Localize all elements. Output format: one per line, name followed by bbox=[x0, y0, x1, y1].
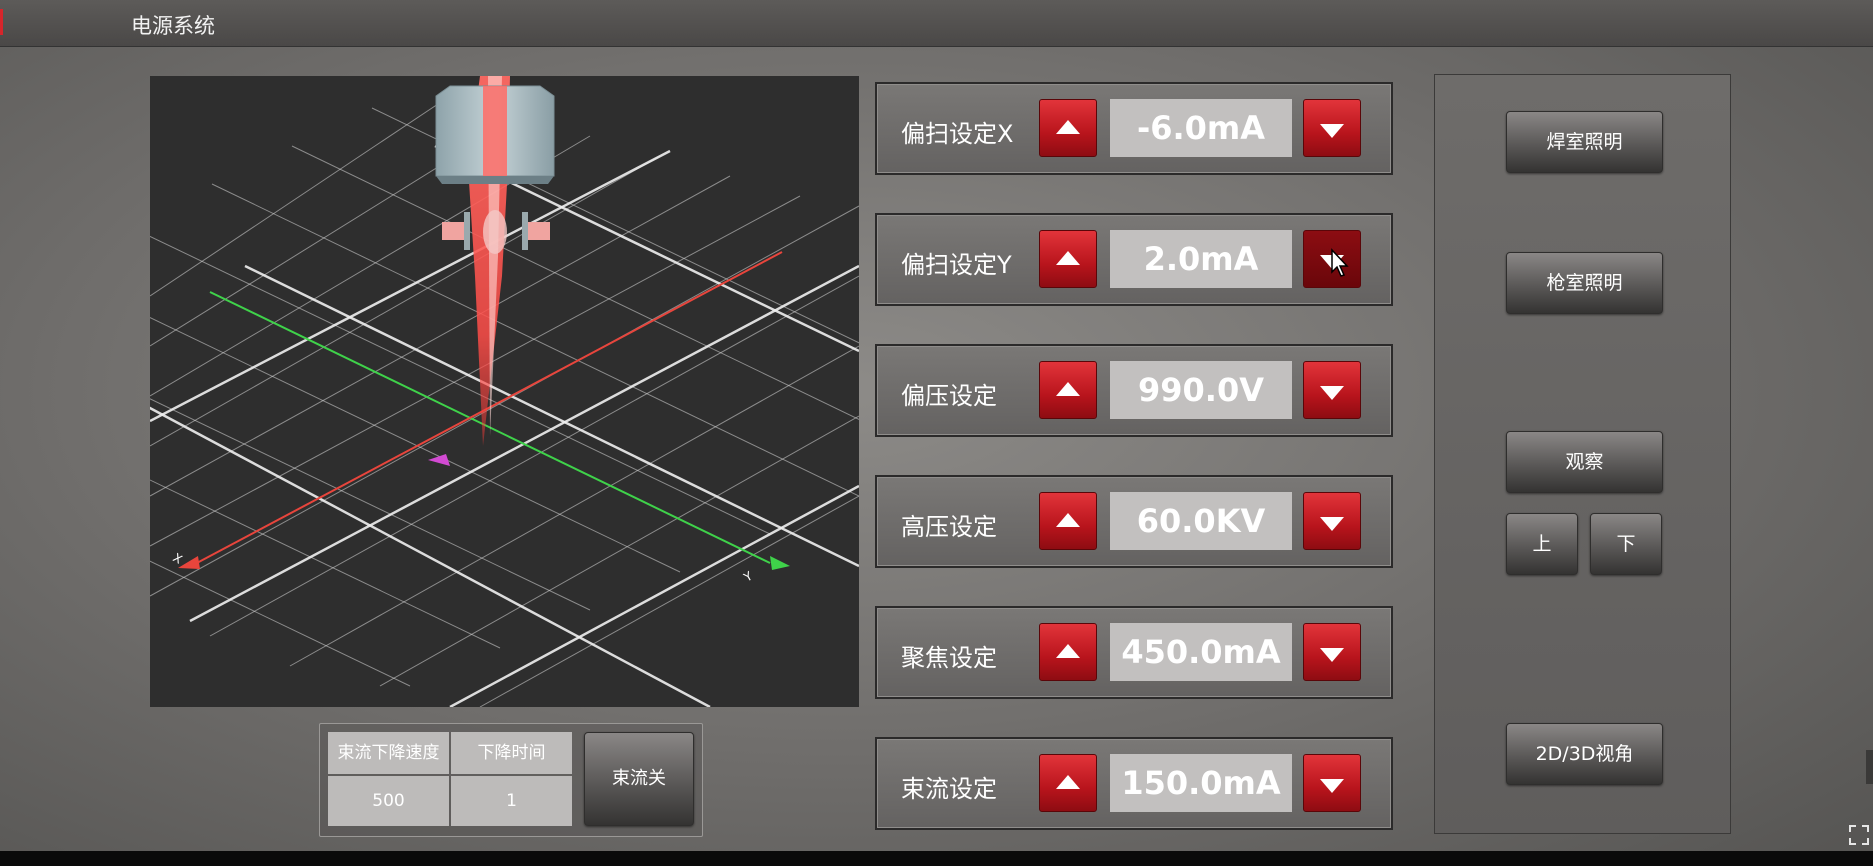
beam-off-button[interactable]: 束流关 bbox=[584, 732, 694, 826]
setting-value[interactable]: 990.0V bbox=[1110, 361, 1292, 419]
increase-button[interactable] bbox=[1039, 754, 1097, 812]
increase-button[interactable] bbox=[1039, 361, 1097, 419]
setting-label: 聚焦设定 bbox=[901, 644, 997, 672]
decrease-button[interactable] bbox=[1303, 623, 1361, 681]
up-button[interactable]: 上 bbox=[1506, 513, 1578, 575]
setting-value[interactable]: 60.0KV bbox=[1110, 492, 1292, 550]
decrease-button[interactable] bbox=[1303, 754, 1361, 812]
scrollbar-edge[interactable] bbox=[1866, 750, 1873, 784]
window-title: 电源系统 bbox=[131, 14, 215, 38]
setting-row-beam-current: 束流设定 150.0mA bbox=[875, 737, 1393, 830]
beam-3d-scene: X Y bbox=[150, 76, 859, 707]
electron-gun bbox=[435, 85, 555, 184]
beam-drop-panel: 束流下降速度 下降时间 500 1 束流关 bbox=[319, 723, 703, 837]
decrease-button[interactable] bbox=[1303, 99, 1361, 157]
decrease-button[interactable] bbox=[1303, 492, 1361, 550]
triangle-up-icon bbox=[1056, 775, 1080, 789]
svg-text:Y: Y bbox=[741, 568, 756, 585]
triangle-down-icon bbox=[1320, 124, 1344, 138]
setting-row-scan-x: 偏扫设定X -6.0mA bbox=[875, 82, 1393, 175]
triangle-up-icon bbox=[1056, 382, 1080, 396]
triangle-down-icon bbox=[1320, 779, 1344, 793]
speed-label: 束流下降速度 bbox=[328, 732, 449, 774]
increase-button[interactable] bbox=[1039, 623, 1097, 681]
setting-label: 偏压设定 bbox=[901, 382, 997, 410]
bottom-bar bbox=[0, 851, 1873, 866]
expand-icon[interactable] bbox=[1848, 824, 1870, 846]
increase-button[interactable] bbox=[1039, 492, 1097, 550]
setting-row-bias: 偏压设定 990.0V bbox=[875, 344, 1393, 437]
gun-chamber-light-button[interactable]: 枪室照明 bbox=[1506, 252, 1663, 314]
triangle-up-icon bbox=[1056, 120, 1080, 134]
setting-value[interactable]: 150.0mA bbox=[1110, 754, 1292, 812]
triangle-down-icon bbox=[1320, 517, 1344, 531]
decrease-button[interactable] bbox=[1303, 361, 1361, 419]
triangle-up-icon bbox=[1056, 251, 1080, 265]
setting-row-high-voltage: 高压设定 60.0KV bbox=[875, 475, 1393, 568]
triangle-up-icon bbox=[1056, 513, 1080, 527]
title-bar: 电源系统 bbox=[0, 0, 1873, 47]
setting-row-focus: 聚焦设定 450.0mA bbox=[875, 606, 1393, 699]
setting-value[interactable]: -6.0mA bbox=[1110, 99, 1292, 157]
view-toggle-button[interactable]: 2D/3D视角 bbox=[1506, 723, 1663, 785]
setting-row-scan-y: 偏扫设定Y 2.0mA bbox=[875, 213, 1393, 306]
setting-value[interactable]: 450.0mA bbox=[1110, 623, 1292, 681]
triangle-down-icon bbox=[1320, 386, 1344, 400]
observe-button[interactable]: 观察 bbox=[1506, 431, 1663, 493]
setting-label: 高压设定 bbox=[901, 513, 997, 541]
time-value[interactable]: 1 bbox=[451, 776, 572, 826]
increase-button[interactable] bbox=[1039, 230, 1097, 288]
setting-label: 偏扫设定Y bbox=[901, 251, 1012, 279]
speed-value[interactable]: 500 bbox=[328, 776, 449, 826]
y-axis-arrow bbox=[770, 556, 790, 570]
mouse-pointer-icon bbox=[1331, 248, 1349, 277]
setting-label: 束流设定 bbox=[901, 775, 997, 803]
weld-chamber-light-button[interactable]: 焊室照明 bbox=[1506, 111, 1663, 173]
setting-value[interactable]: 2.0mA bbox=[1110, 230, 1292, 288]
setting-label: 偏扫设定X bbox=[901, 120, 1014, 148]
increase-button[interactable] bbox=[1039, 99, 1097, 157]
deflection-coils bbox=[442, 210, 550, 254]
triangle-down-icon bbox=[1320, 648, 1344, 662]
time-label: 下降时间 bbox=[451, 732, 572, 774]
right-control-panel: 焊室照明 枪室照明 观察 上 下 2D/3D视角 bbox=[1434, 74, 1731, 834]
down-button[interactable]: 下 bbox=[1590, 513, 1662, 575]
window-marker bbox=[0, 9, 3, 35]
triangle-up-icon bbox=[1056, 644, 1080, 658]
beam-3d-view[interactable]: X Y bbox=[150, 76, 859, 707]
svg-text:X: X bbox=[171, 550, 185, 566]
